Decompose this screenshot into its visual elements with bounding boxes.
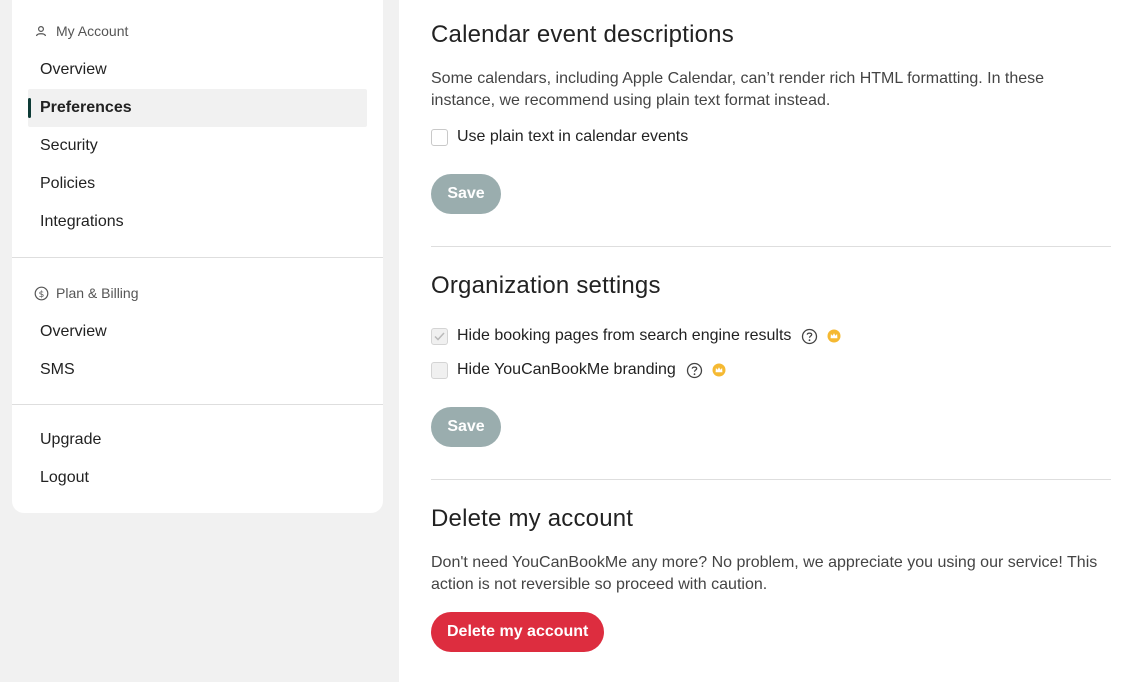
plain-text-option[interactable]: Use plain text in calendar events <box>431 126 1111 148</box>
calendar-save-button[interactable]: Save <box>431 174 501 214</box>
billing-heading-label: Plan & Billing <box>56 285 139 301</box>
account-heading: My Account <box>33 23 128 39</box>
hide-branding-label: Hide YouCanBookMe branding <box>457 361 676 378</box>
organization-save-button[interactable]: Save <box>431 407 501 447</box>
user-icon <box>33 23 49 39</box>
delete-account-button[interactable]: Delete my account <box>431 612 605 652</box>
hide-search-option: Hide booking pages from search engine re… <box>431 325 1111 347</box>
plain-text-checkbox[interactable] <box>431 128 448 146</box>
hide-branding-checkbox <box>431 361 448 379</box>
sidebar-item-sms[interactable]: SMS <box>28 351 367 389</box>
billing-section: $ Plan & Billing Overview SMS <box>12 257 383 404</box>
help-icon[interactable] <box>801 328 818 345</box>
sidebar-item-upgrade[interactable]: Upgrade <box>28 421 367 459</box>
sidebar-item-billing-overview[interactable]: Overview <box>28 313 367 351</box>
svg-text:$: $ <box>38 290 44 300</box>
section-divider <box>431 246 1111 247</box>
sidebar-item-policies[interactable]: Policies <box>28 165 367 203</box>
delete-section-title: Delete my account <box>431 505 634 532</box>
hide-search-checkbox <box>431 327 448 345</box>
sidebar-item-logout[interactable]: Logout <box>28 459 367 497</box>
sidebar-item-overview[interactable]: Overview <box>28 51 367 89</box>
calendar-description: Some calendars, including Apple Calendar… <box>431 70 1045 109</box>
dollar-circle-icon: $ <box>33 285 49 301</box>
account-heading-label: My Account <box>56 23 129 39</box>
calendar-section-title: Calendar event descriptions <box>431 21 734 48</box>
account-section: My Account Overview Preferences Security… <box>12 0 383 257</box>
premium-crown-icon <box>712 363 726 377</box>
premium-crown-icon <box>827 329 841 343</box>
help-icon[interactable] <box>686 362 703 379</box>
sidebar-item-integrations[interactable]: Integrations <box>28 203 367 241</box>
section-divider <box>431 479 1111 480</box>
preferences-panel: Calendar event descriptions Some calenda… <box>399 0 1140 682</box>
settings-sidebar: My Account Overview Preferences Security… <box>12 0 383 513</box>
hide-branding-option: Hide YouCanBookMe branding <box>431 359 1111 381</box>
delete-description: Don't need YouCanBookMe any more? No pro… <box>431 554 1098 593</box>
sidebar-item-security[interactable]: Security <box>28 127 367 165</box>
billing-heading: $ Plan & Billing <box>33 285 139 301</box>
sidebar-item-preferences[interactable]: Preferences <box>28 89 367 127</box>
hide-search-label: Hide booking pages from search engine re… <box>457 327 792 344</box>
organization-section-title: Organization settings <box>431 272 661 299</box>
footer-section: Upgrade Logout <box>12 404 383 486</box>
plain-text-label: Use plain text in calendar events <box>457 128 689 145</box>
